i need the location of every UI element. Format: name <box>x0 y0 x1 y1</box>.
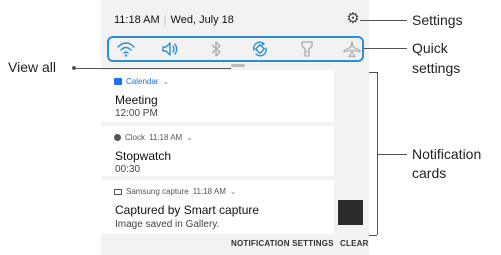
chevron-down-icon[interactable]: ⌄ <box>186 133 193 142</box>
notification-card-calendar[interactable]: Calendar ⌄ Meeting 12:00 PM <box>101 70 334 122</box>
card-app-name: Samsung capture <box>126 187 189 196</box>
settings-callout-line <box>360 20 407 21</box>
status-bar: 11:18 AM | Wed, July 18 <box>114 14 234 26</box>
card-app-row: Clock 11:18 AM ⌄ <box>114 133 193 142</box>
cards-callout-line1: Notification <box>412 146 482 162</box>
gear-icon[interactable]: ⚙ <box>346 11 360 26</box>
quick-settings-callout-line2: settings <box>412 60 461 76</box>
card-text: Image saved in Gallery. <box>115 219 220 230</box>
quick-settings-callout-line <box>364 48 407 49</box>
bluetooth-icon[interactable] <box>206 40 226 58</box>
card-app-name: Calendar <box>126 77 159 86</box>
chevron-down-icon[interactable]: ⌄ <box>230 187 237 196</box>
clear-button[interactable]: CLEAR <box>340 239 369 248</box>
cards-bracket-top <box>369 72 377 73</box>
calendar-icon <box>114 78 122 85</box>
airplane-mode-icon[interactable] <box>342 40 362 58</box>
view-all-handle[interactable] <box>231 64 245 67</box>
status-date: Wed, July 18 <box>170 14 234 26</box>
flashlight-icon[interactable] <box>297 40 317 58</box>
status-time: 11:18 AM <box>114 14 160 26</box>
card-title: Captured by Smart capture <box>115 203 260 217</box>
card-app-row: Calendar ⌄ <box>114 77 169 86</box>
view-all-callout: View all <box>8 59 56 75</box>
cards-callout-line2: cards <box>412 165 447 181</box>
card-title: Stopwatch <box>115 149 172 163</box>
image-icon <box>114 188 122 195</box>
wifi-icon[interactable] <box>116 40 136 58</box>
auto-rotate-icon[interactable] <box>250 40 270 58</box>
card-text: 00:30 <box>115 164 141 175</box>
card-text: 12:00 PM <box>115 108 158 119</box>
cards-callout-line <box>377 154 407 155</box>
cards-bracket-bottom <box>369 235 377 236</box>
card-app-name: Clock <box>125 133 146 142</box>
chevron-down-icon[interactable]: ⌄ <box>162 77 169 86</box>
settings-callout: Settings <box>412 12 463 28</box>
capture-thumbnail[interactable] <box>338 200 363 225</box>
clock-icon <box>114 134 121 141</box>
view-all-callout-line <box>76 68 231 69</box>
card-app-row: Samsung capture 11:18 AM ⌄ <box>114 187 237 196</box>
notification-card-capture[interactable]: Samsung capture 11:18 AM ⌄ Captured by S… <box>101 180 334 234</box>
card-title: Meeting <box>115 93 158 107</box>
card-time: 11:18 AM <box>192 187 226 196</box>
quick-settings-highlight <box>107 36 364 62</box>
card-time: 11:18 AM <box>149 133 183 142</box>
status-separator: | <box>163 14 167 26</box>
notification-settings-button[interactable]: NOTIFICATION SETTINGS <box>231 239 334 248</box>
sound-icon[interactable] <box>160 40 180 58</box>
quick-settings-callout-line1: Quick <box>412 40 448 56</box>
notification-card-clock[interactable]: Clock 11:18 AM ⌄ Stopwatch 00:30 <box>101 126 334 176</box>
